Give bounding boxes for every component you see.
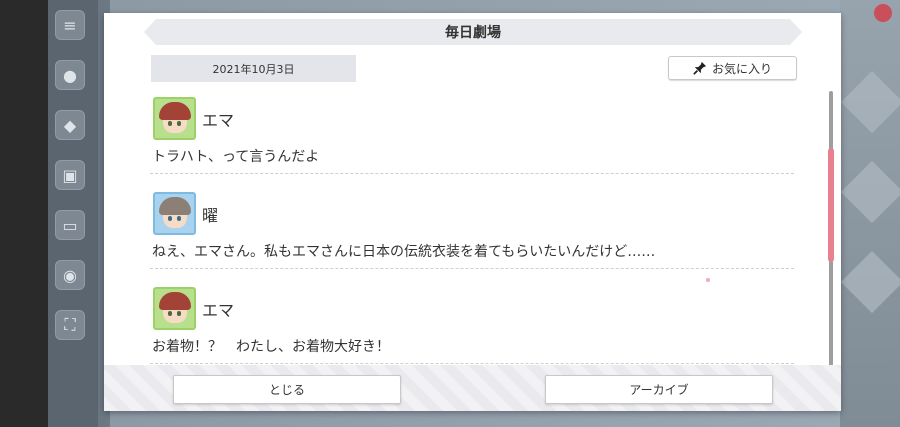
you-avatar [153, 192, 196, 235]
speaker-name: エマ [202, 111, 235, 130]
message-text: お着物！？ わたし、お着物大好き！ [152, 339, 390, 355]
daily-theater-dialog: 毎日劇場 2021年10月3日 お気に入り エマ トラハト、って言うんだよ 曜 … [104, 13, 841, 411]
menu-icon[interactable]: ≡ [55, 10, 85, 40]
gift-icon[interactable]: ▣ [55, 160, 85, 190]
point-icon[interactable]: ◆ [55, 110, 85, 140]
emma-avatar [153, 287, 196, 330]
message-item: エマ お着物！？ わたし、お着物大好き！ [144, 281, 794, 366]
background-right-panel [840, 0, 900, 427]
message-list[interactable]: エマ トラハト、って言うんだよ 曜 ねえ、エマさん。私もエマさんに日本の伝統衣装… [144, 91, 794, 366]
favorite-button-label: お気に入り [711, 61, 772, 76]
message-item: エマ トラハト、って言うんだよ [144, 91, 794, 186]
message-item: 曜 ねえ、エマさん。私もエマさんに日本の伝統衣装を着てもらいたいんだけど…… [144, 186, 794, 281]
pin-icon [693, 61, 707, 75]
emma-avatar [153, 97, 196, 140]
notification-badge [874, 4, 892, 22]
screen-icon[interactable]: ▭ [55, 210, 85, 240]
fullscreen-icon[interactable]: ⛶ [55, 310, 85, 340]
message-text: ねえ、エマさん。私もエマさんに日本の伝統衣装を着てもらいたいんだけど…… [152, 244, 656, 260]
scrollbar-thumb[interactable] [828, 148, 834, 262]
divider [150, 363, 794, 364]
archive-button[interactable]: アーカイブ [545, 375, 773, 404]
speaker-name: 曜 [202, 206, 219, 225]
date-label: 2021年10月3日 [151, 55, 356, 82]
character-icon[interactable]: ◉ [55, 260, 85, 290]
speaker-name: エマ [202, 301, 235, 320]
message-text: トラハト、って言うんだよ [152, 149, 320, 165]
close-button[interactable]: とじる [173, 375, 401, 404]
chat-icon[interactable]: ● [55, 60, 85, 90]
dialog-title: 毎日劇場 [144, 19, 802, 45]
favorite-button[interactable]: お気に入り [668, 56, 797, 80]
divider [150, 268, 794, 269]
divider [150, 173, 794, 174]
sparkle-dot [706, 278, 710, 282]
dialog-footer: とじる アーカイブ [104, 365, 841, 411]
